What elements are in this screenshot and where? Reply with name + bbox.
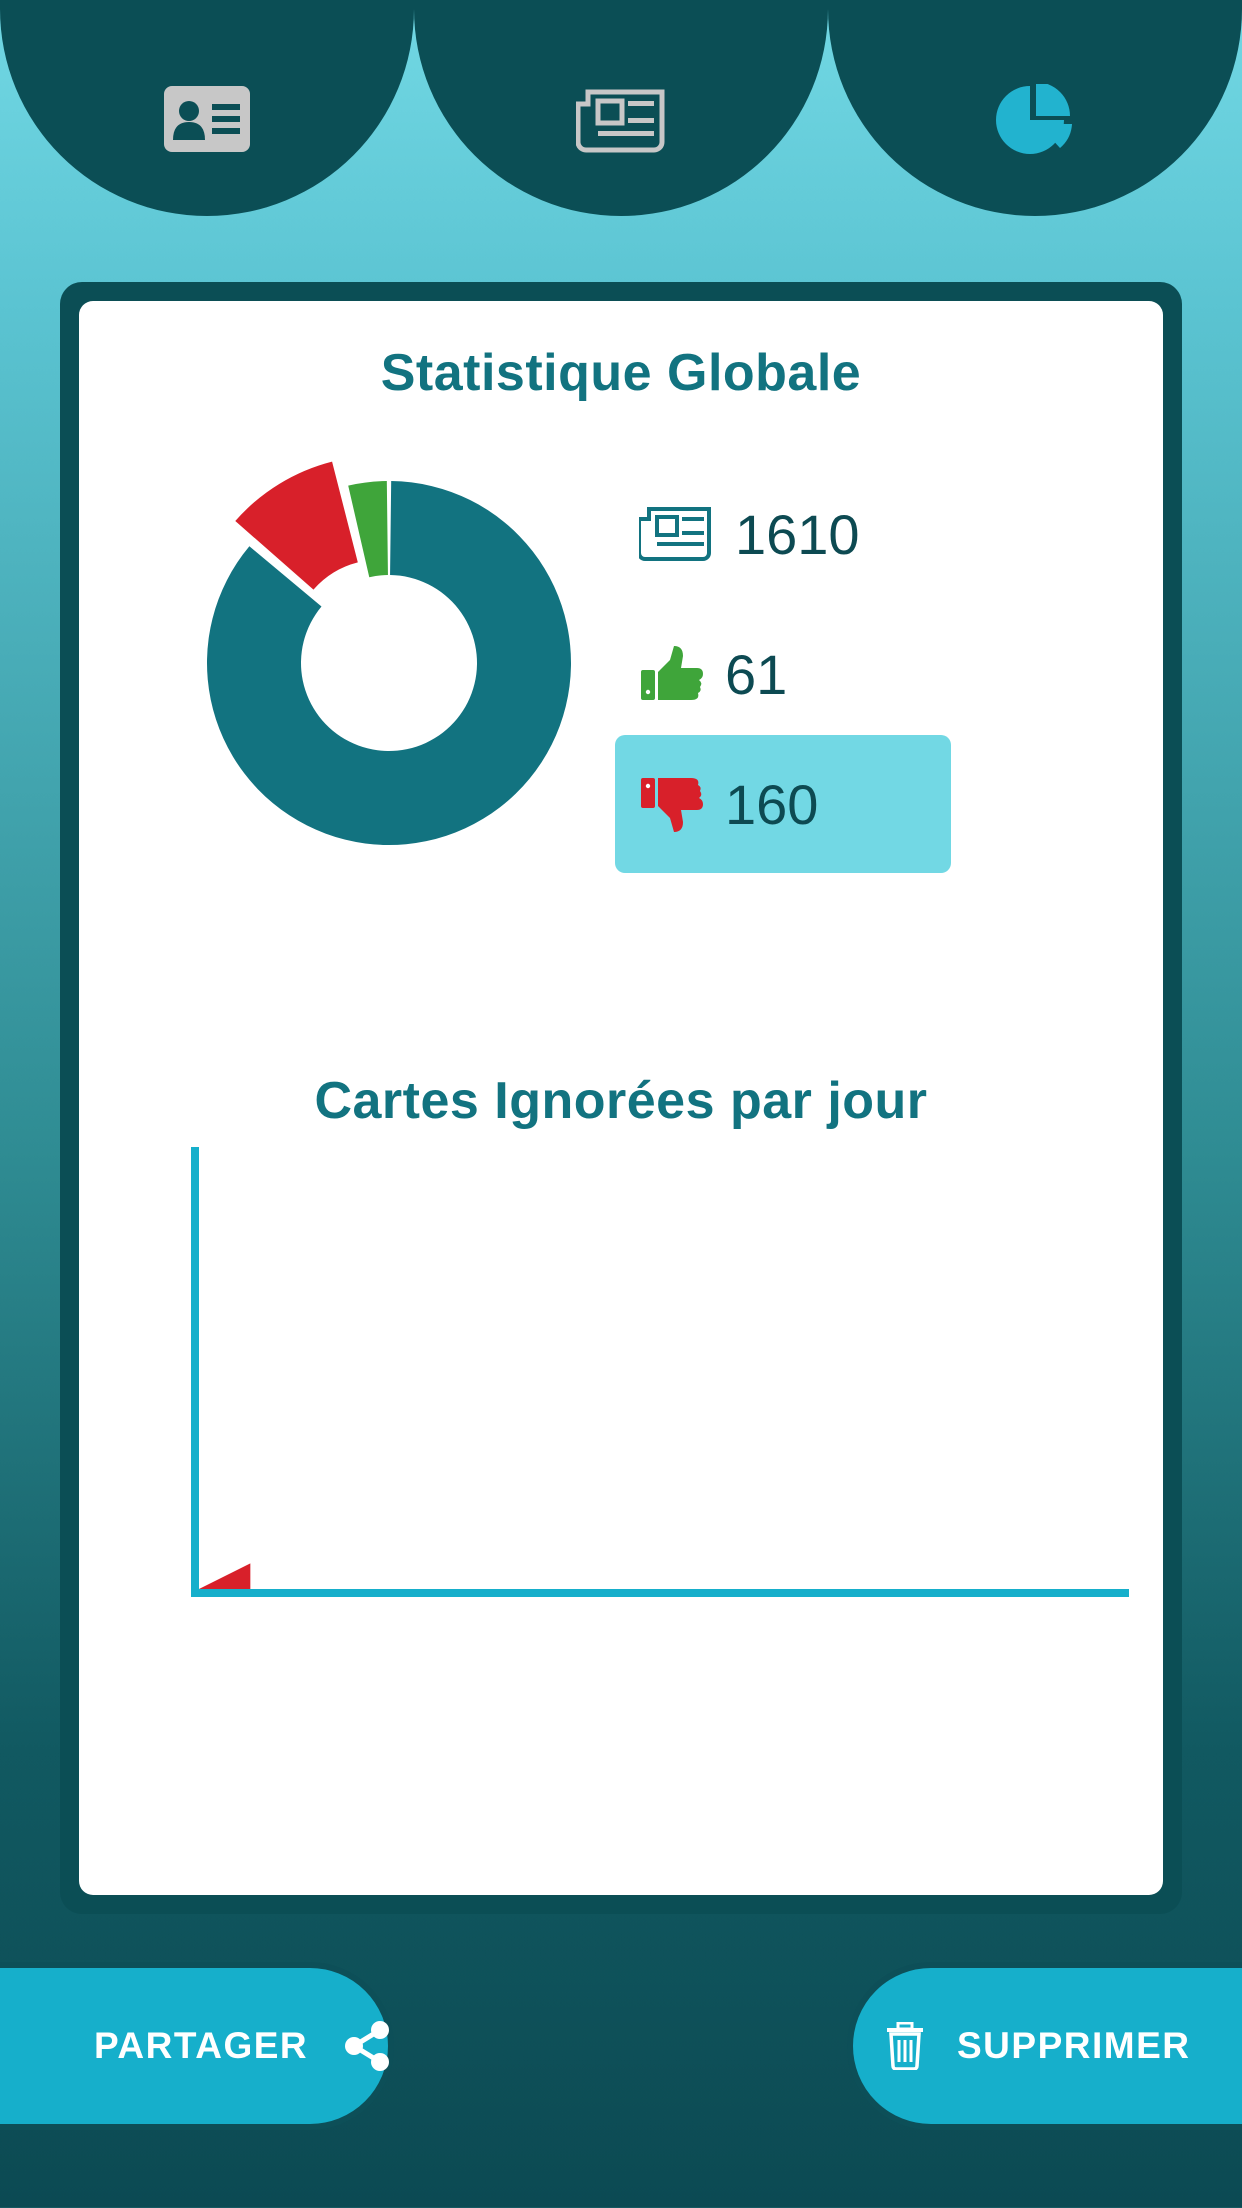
pie-chart-icon xyxy=(996,84,1072,154)
delete-label: SUPPRIMER xyxy=(957,2025,1191,2066)
newspaper-icon xyxy=(639,507,711,561)
trash-icon xyxy=(887,2022,923,2070)
total-cards-value: 1610 xyxy=(735,502,860,566)
newspaper-icon xyxy=(576,89,665,153)
stat-likes[interactable]: 61 xyxy=(615,605,951,743)
daily-area-series xyxy=(199,1563,251,1589)
share-label: PARTAGER xyxy=(94,2025,309,2066)
tab-profile[interactable] xyxy=(0,0,414,216)
tab-bar xyxy=(0,0,1242,216)
stats-card: Statistique Globale 1610 61 160 Cartes I… xyxy=(79,301,1163,1895)
global-stats-title: Statistique Globale xyxy=(380,344,862,402)
thumbs-up-icon xyxy=(641,646,703,700)
share-icon xyxy=(345,2021,390,2071)
tab-news[interactable] xyxy=(414,0,828,216)
stat-total-cards[interactable]: 1610 xyxy=(615,465,951,603)
daily-chart-title: Cartes Ignorées par jour xyxy=(314,1072,928,1130)
likes-value: 61 xyxy=(725,642,788,706)
tab-statistics[interactable] xyxy=(828,0,1242,216)
global-donut-chart xyxy=(207,461,571,846)
thumbs-down-icon xyxy=(641,778,703,832)
share-button[interactable]: PARTAGER xyxy=(0,1962,394,2130)
stat-dislikes[interactable]: 160 xyxy=(615,735,951,873)
dislikes-value: 160 xyxy=(725,772,819,836)
contact-card-icon xyxy=(164,86,250,152)
daily-ignored-chart xyxy=(191,1147,1129,1597)
delete-button[interactable]: SUPPRIMER xyxy=(847,1962,1242,2130)
